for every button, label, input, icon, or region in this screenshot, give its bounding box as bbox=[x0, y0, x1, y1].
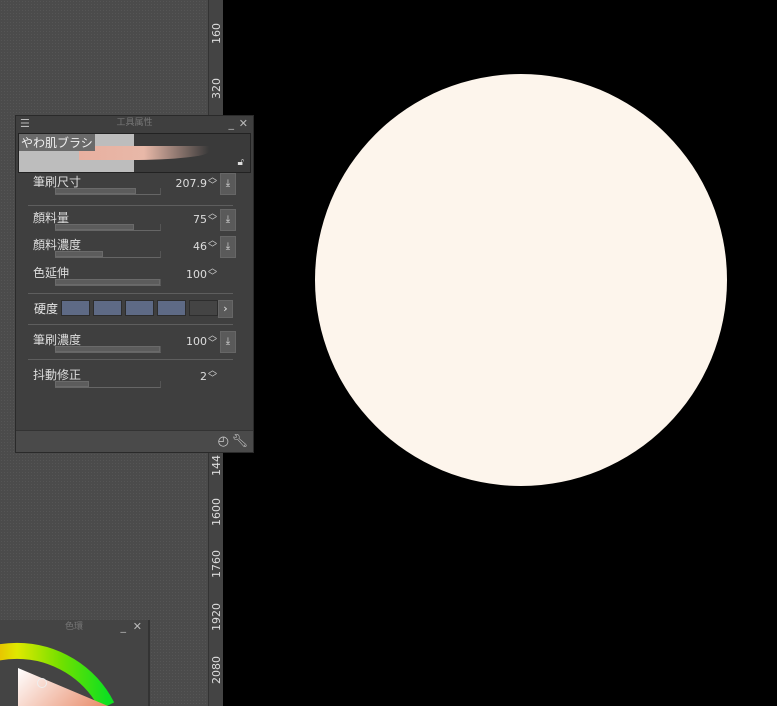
wrench-icon[interactable]: 🔧︎ bbox=[231, 434, 248, 449]
property-slider[interactable] bbox=[55, 346, 161, 353]
ruler-label: 2080 bbox=[210, 656, 223, 684]
hardness-next-button[interactable]: › bbox=[218, 300, 233, 318]
property-row: 筆刷尺寸 207.9 ︿ ﹀ ⤓ bbox=[16, 173, 255, 197]
property-slider[interactable] bbox=[55, 279, 161, 286]
spinner-icon[interactable]: ︿ ﹀ bbox=[208, 265, 217, 282]
lock-icon[interactable]: 🔓︎ bbox=[238, 157, 244, 168]
property-row: 顏料濃度 46 ︿ ﹀ ⤓ bbox=[16, 236, 255, 260]
ruler-label: 1760 bbox=[210, 550, 223, 578]
drawn-circle bbox=[315, 74, 727, 486]
color-wheel-panel: 色環 _ ✕ bbox=[0, 620, 150, 706]
panel-footer: ◴ 🔧︎ bbox=[16, 430, 253, 452]
hardness-step[interactable] bbox=[157, 300, 186, 316]
hardness-step[interactable] bbox=[61, 300, 90, 316]
hardness-step[interactable] bbox=[93, 300, 122, 316]
panel-title-bar[interactable]: ☰ 工具属性 _ ✕ bbox=[16, 116, 253, 131]
tool-property-panel: ☰ 工具属性 _ ✕ やわ肌ブラシ 🔓︎ 筆刷尺寸 207.9 ︿ ﹀ ⤓ 顏料量 7… bbox=[15, 115, 254, 453]
ruler-label: 1920 bbox=[210, 603, 223, 631]
download-icon[interactable]: ⤓ bbox=[220, 331, 236, 353]
ruler-label: 160 bbox=[210, 23, 223, 44]
property-slider[interactable] bbox=[55, 381, 161, 388]
menu-icon[interactable]: ☰ bbox=[20, 116, 30, 131]
spinner-icon[interactable]: ︿ ﹀ bbox=[208, 174, 217, 191]
download-icon[interactable]: ⤓ bbox=[220, 209, 236, 231]
property-row: 色延伸 100 ︿ ﹀ bbox=[16, 264, 255, 288]
minimize-button[interactable]: _ bbox=[229, 116, 235, 131]
property-row: 顏料量 75 ︿ ﹀ ⤓ bbox=[16, 209, 255, 233]
minimize-button[interactable]: _ bbox=[121, 620, 127, 634]
ruler-label: 1600 bbox=[210, 498, 223, 526]
ruler-label: 144 bbox=[210, 455, 223, 476]
spinner-icon[interactable]: ︿ ﹀ bbox=[208, 367, 217, 384]
property-row: 筆刷濃度 100 ︿ ﹀ ⤓ bbox=[16, 331, 255, 355]
property-slider[interactable] bbox=[55, 224, 161, 231]
property-value[interactable]: 100 bbox=[186, 268, 207, 281]
property-value[interactable]: 2 bbox=[200, 370, 207, 383]
hardness-step[interactable] bbox=[189, 300, 218, 316]
color-picker-handle[interactable] bbox=[37, 678, 47, 688]
panel-title: 色環 bbox=[64, 622, 83, 632]
brush-name: やわ肌ブラシ bbox=[19, 134, 95, 151]
panel-title: 工具属性 bbox=[116, 118, 153, 128]
close-button[interactable]: ✕ bbox=[239, 116, 248, 131]
spinner-icon[interactable]: ︿ ﹀ bbox=[208, 210, 217, 227]
hardness-step[interactable] bbox=[125, 300, 154, 316]
property-value[interactable]: 75 bbox=[193, 213, 207, 226]
ruler-label: 320 bbox=[210, 78, 223, 99]
download-icon[interactable]: ⤓ bbox=[220, 173, 236, 195]
hardness-label: 硬度 bbox=[34, 302, 59, 316]
close-button[interactable]: ✕ bbox=[133, 620, 142, 634]
property-row: 抖動修正 2 ︿ ﹀ bbox=[16, 366, 255, 390]
property-slider[interactable] bbox=[55, 251, 161, 258]
reset-icon[interactable]: ◴ bbox=[218, 434, 229, 449]
property-value[interactable]: 100 bbox=[186, 335, 207, 348]
spinner-icon[interactable]: ︿ ﹀ bbox=[208, 237, 217, 254]
download-icon[interactable]: ⤓ bbox=[220, 236, 236, 258]
brush-preview[interactable]: やわ肌ブラシ 🔓︎ bbox=[18, 133, 251, 173]
property-value[interactable]: 46 bbox=[193, 240, 207, 253]
property-value[interactable]: 207.9 bbox=[176, 177, 208, 190]
property-slider[interactable] bbox=[55, 188, 161, 195]
spinner-icon[interactable]: ︿ ﹀ bbox=[208, 332, 217, 349]
